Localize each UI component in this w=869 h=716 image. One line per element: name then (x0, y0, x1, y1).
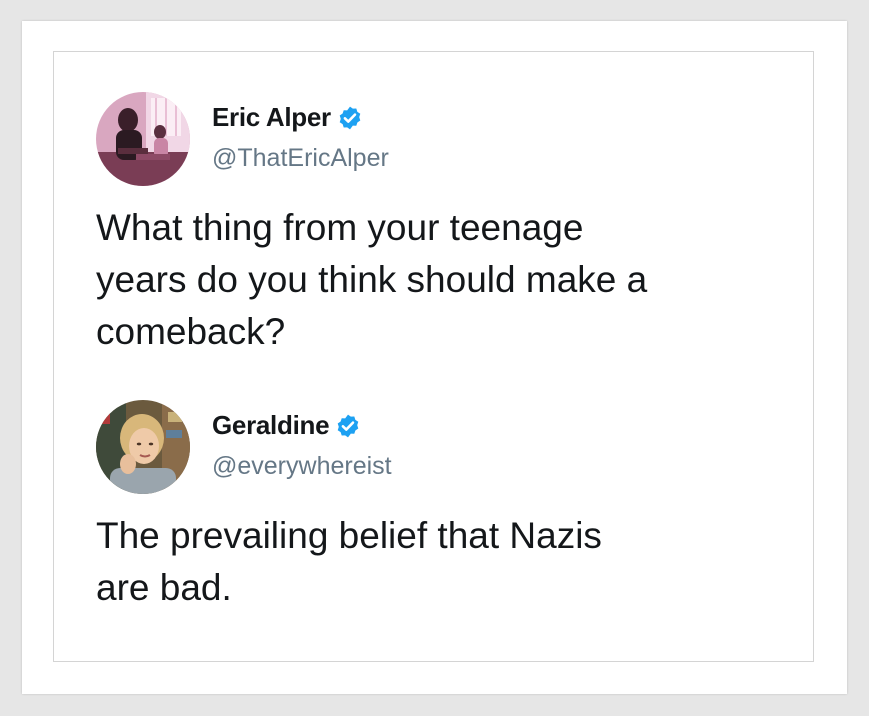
tweet-reply: Geraldine @everywhereist The prevailing … (96, 400, 796, 614)
display-name[interactable]: Geraldine (212, 410, 330, 441)
tweet-text-line: What thing from your teenage (96, 207, 584, 248)
verified-badge-icon (337, 105, 363, 131)
tweet-text-line: are bad. (96, 567, 232, 608)
tweet-text-line: The prevailing belief that Nazis (96, 515, 602, 556)
tweet-text-line: years do you think should make a (96, 259, 648, 300)
tweet-original: Eric Alper @ThatEricAlper What thing fro… (96, 92, 796, 358)
tweet-text: The prevailing belief that Nazis are bad… (96, 510, 736, 614)
tweet-author-row: Geraldine @everywhereist (96, 400, 796, 496)
name-line: Geraldine (212, 410, 361, 441)
name-line: Eric Alper (212, 102, 363, 133)
user-handle[interactable]: @everywhereist (212, 452, 392, 481)
display-name[interactable]: Eric Alper (212, 102, 331, 133)
avatar[interactable] (96, 400, 190, 494)
tweet-text-line: comeback? (96, 311, 286, 352)
avatar-photo-musicians (96, 92, 190, 186)
user-handle[interactable]: @ThatEricAlper (212, 144, 389, 173)
avatar-photo-woman (96, 400, 190, 494)
tweet-author-row: Eric Alper @ThatEricAlper (96, 92, 796, 188)
tweet-text: What thing from your teenage years do yo… (96, 202, 776, 358)
avatar[interactable] (96, 92, 190, 186)
verified-badge-icon (335, 413, 361, 439)
